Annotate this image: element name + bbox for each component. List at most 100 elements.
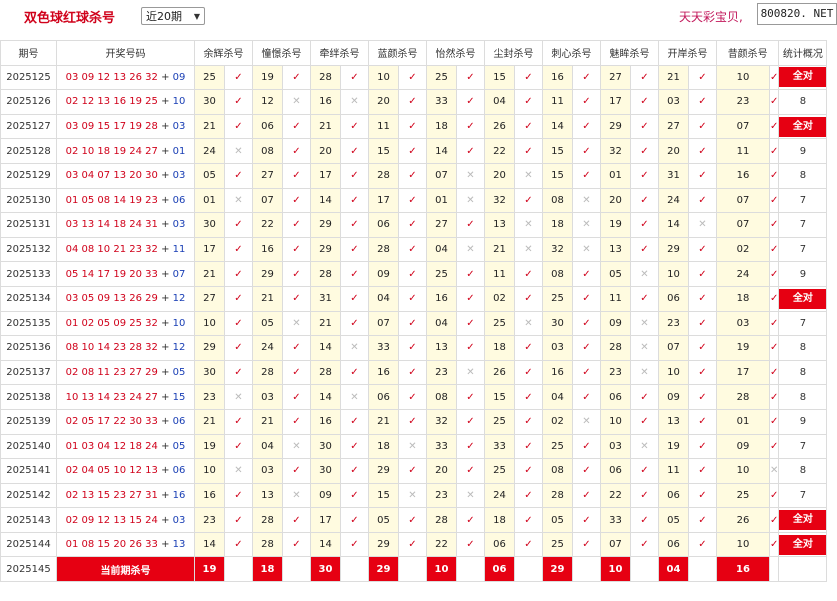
plus-sign: +	[161, 170, 170, 182]
kill-number-cell: 25	[194, 64, 225, 91]
period-range-select[interactable]: 近20期 ▼	[141, 7, 205, 25]
check-icon: ✓	[630, 162, 659, 189]
kill-number-cell: 23	[426, 359, 457, 386]
kill-number-cell: 11	[484, 261, 515, 287]
kill-number-cell: 17	[310, 162, 341, 189]
kill-number-cell: 24	[252, 335, 283, 361]
kill-number-cell: 16	[368, 359, 399, 386]
draw-numbers-cell: 01 05 08 14 19 23 + 06	[56, 187, 195, 214]
kill-number-cell: 21	[252, 285, 283, 312]
kill-number-cell: 30	[194, 212, 225, 238]
check-icon: ✓	[688, 359, 717, 386]
blue-ball: 13	[172, 539, 186, 551]
cross-icon: ✕	[282, 433, 311, 460]
table-row: 2025143 02 09 12 13 15 24 + 03 23 ✓ 28 ✓ 17 ✓ 05…	[0, 507, 828, 533]
period-cell: 2025139	[0, 408, 57, 435]
check-icon: ✓	[572, 384, 601, 410]
kill-number-cell: 14	[310, 384, 341, 410]
blue-ball: 11	[172, 244, 186, 256]
kill-number-cell: 28	[252, 359, 283, 386]
check-icon: ✓	[456, 458, 485, 484]
check-icon: ✓	[572, 113, 601, 140]
check-icon: ✓	[630, 187, 659, 214]
kill-number-cell: 29	[252, 261, 283, 287]
check-icon: ✓	[768, 507, 780, 533]
check-icon: ✓	[572, 507, 601, 533]
kill-number-cell: 10	[600, 408, 631, 435]
kill-number-cell: 20	[658, 138, 689, 164]
check-icon: ✓	[572, 138, 601, 164]
check-icon: ✓	[456, 384, 485, 410]
column-header: 尘封杀号	[484, 40, 543, 66]
check-icon: ✓	[768, 408, 780, 435]
plus-sign: +	[161, 342, 170, 354]
brand-link[interactable]: 天天彩宝贝,	[679, 8, 743, 25]
check-icon: ✓	[572, 531, 601, 558]
kill-number-cell: 10	[194, 310, 225, 337]
kill-number-cell: 14	[658, 212, 689, 238]
kill-number-cell: 14	[310, 335, 341, 361]
kill-number-cell: 06	[600, 384, 631, 410]
check-icon: ✓	[340, 236, 369, 263]
kill-number-cell: 25	[716, 482, 770, 509]
kill-number-cell: 32	[600, 138, 631, 164]
check-icon: ✓	[514, 138, 543, 164]
check-icon: ✓	[456, 531, 485, 558]
plus-sign: +	[161, 219, 170, 231]
check-icon: ✓	[630, 384, 659, 410]
check-icon: ✓	[572, 89, 601, 115]
site-watermark: 800820. NET	[757, 3, 837, 25]
check-icon: ✓	[224, 359, 253, 386]
stat-cell: 8	[778, 89, 828, 115]
kill-number-cell: 33	[484, 433, 515, 460]
check-icon: ✓	[282, 236, 311, 263]
period-cell: 2025145	[0, 556, 57, 583]
empty-cell	[282, 556, 311, 583]
check-icon: ✓	[340, 310, 369, 337]
kill-number-cell: 19	[658, 433, 689, 460]
check-icon: ✓	[630, 285, 659, 312]
kill-number-cell: 14	[194, 531, 225, 558]
check-icon: ✓	[282, 261, 311, 287]
draw-numbers-cell: 03 09 12 13 26 32 + 09	[56, 64, 195, 91]
kill-number-cell: 01	[426, 187, 457, 214]
check-icon: ✓	[768, 138, 780, 164]
check-icon: ✓	[340, 138, 369, 164]
period-cell: 2025133	[0, 261, 57, 287]
cross-icon: ✕	[340, 384, 369, 410]
kill-number-cell: 18	[426, 113, 457, 140]
check-icon: ✓	[398, 384, 427, 410]
check-icon: ✓	[398, 335, 427, 361]
kill-number-cell: 28	[426, 507, 457, 533]
draw-numbers-cell: 02 10 18 19 24 27 + 01	[56, 138, 195, 164]
kill-number-cell: 28	[310, 359, 341, 386]
check-icon: ✓	[398, 113, 427, 140]
kill-number-cell: 28	[542, 482, 573, 509]
cross-icon: ✕	[514, 212, 543, 238]
plus-sign: +	[161, 121, 170, 133]
period-cell: 2025143	[0, 507, 57, 533]
kill-number-cell: 11	[368, 113, 399, 140]
empty-cell	[514, 556, 543, 583]
check-icon: ✓	[398, 212, 427, 238]
blue-ball: 09	[172, 71, 186, 83]
plus-sign: +	[161, 194, 170, 206]
kill-number-cell: 32	[426, 408, 457, 435]
check-icon: ✓	[456, 64, 485, 91]
kill-number-cell: 23	[426, 482, 457, 509]
kill-number-cell: 08	[542, 458, 573, 484]
check-icon: ✓	[398, 531, 427, 558]
check-icon: ✓	[514, 359, 543, 386]
cross-icon: ✕	[768, 458, 780, 484]
check-icon: ✓	[224, 285, 253, 312]
kill-number-cell: 08	[252, 138, 283, 164]
blue-ball: 05	[172, 367, 186, 379]
cross-icon: ✕	[224, 187, 253, 214]
kill-number-cell: 22	[426, 531, 457, 558]
cross-icon: ✕	[514, 310, 543, 337]
draw-numbers-cell: 05 14 17 19 20 33 + 07	[56, 261, 195, 287]
check-icon: ✓	[768, 113, 780, 140]
kill-number-cell: 13	[252, 482, 283, 509]
kill-number-cell: 30	[194, 89, 225, 115]
kill-number-cell: 24	[658, 187, 689, 214]
